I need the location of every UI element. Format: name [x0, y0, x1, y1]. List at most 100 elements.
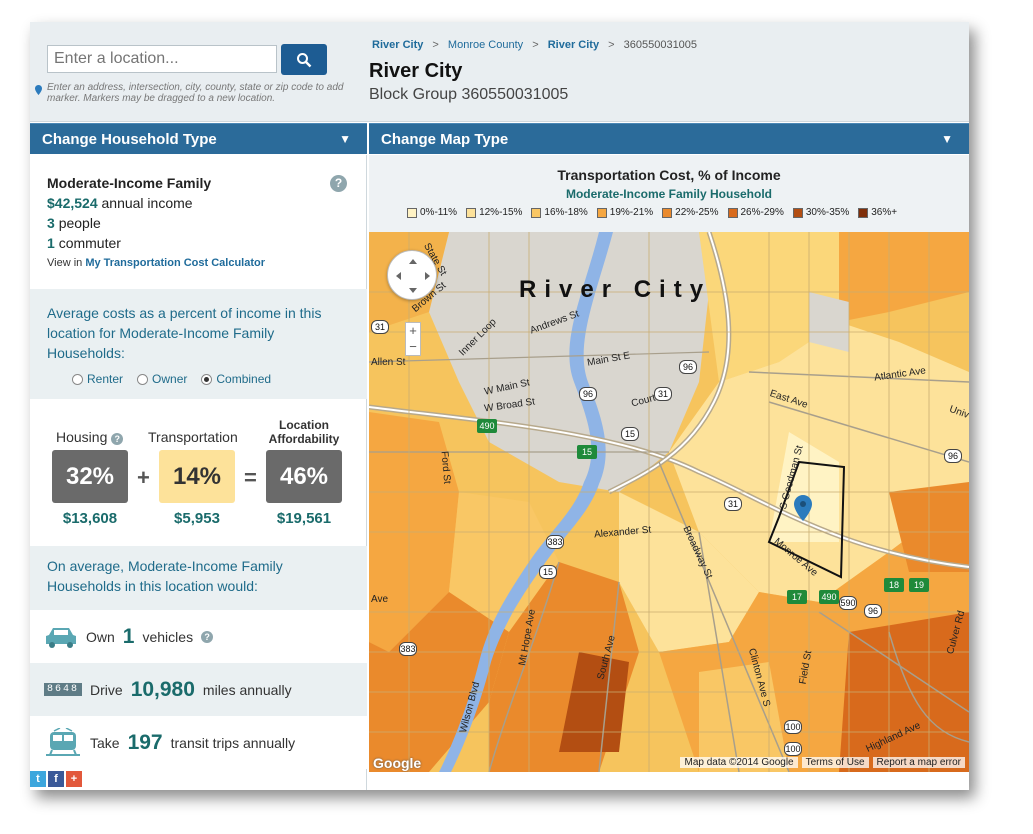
affordability-cost: $19,561	[276, 510, 332, 527]
people-label: people	[58, 215, 101, 231]
transportation-percent-box: 14%	[159, 450, 235, 503]
dropdown-label: Change Map Type	[381, 131, 509, 148]
odometer-icon: 8648	[44, 683, 83, 696]
route-shield: 31	[724, 497, 742, 511]
miles-stat: 8648 Drive 10,980 miles annually	[30, 663, 367, 716]
people-value: 3	[47, 215, 55, 231]
page-subtitle: Block Group 360550031005	[369, 86, 569, 103]
car-icon	[46, 627, 76, 648]
map-footer: Google Map data ©2014 Google Terms of Us…	[369, 755, 969, 772]
legend-item: 36%+	[858, 207, 897, 218]
commuter-label: commuter	[58, 235, 121, 251]
interstate-shield: 490	[819, 590, 839, 604]
terms-of-use-link[interactable]: Terms of Use	[801, 757, 869, 768]
search-hint: Enter an address, intersection, city, co…	[47, 82, 344, 104]
legend-label: 0%-11%	[420, 207, 458, 218]
zoom-out-button[interactable]: −	[406, 339, 420, 355]
route-shield: 96	[679, 360, 697, 374]
drive-prefix: Drive	[90, 681, 123, 698]
breadcrumb-separator: >	[432, 39, 439, 51]
street-label: Ave	[371, 594, 389, 605]
street-label: Allen St	[371, 357, 406, 368]
pan-control[interactable]	[387, 250, 437, 300]
breadcrumb-county-link[interactable]: Monroe County	[448, 39, 523, 51]
radio-label: Combined	[216, 372, 272, 386]
drive-suffix: miles annually	[202, 681, 292, 698]
map-city-label: River City	[519, 276, 712, 303]
income-value: $42,524	[47, 195, 98, 211]
twitter-icon[interactable]: t	[30, 771, 46, 787]
miles-value: 10,980	[130, 677, 195, 701]
breadcrumb-block-group: 360550031005	[623, 39, 698, 51]
take-prefix: Take	[90, 734, 120, 751]
help-icon[interactable]: ?	[111, 433, 124, 445]
interstate-shield: 19	[909, 578, 929, 592]
housing-percent-box: 32%	[52, 450, 128, 503]
help-icon[interactable]: ?	[330, 175, 347, 192]
legend-label: 16%-18%	[544, 207, 588, 218]
google-logo: Google	[373, 755, 422, 771]
report-map-error-link[interactable]: Report a map error	[872, 757, 965, 768]
radio-combined[interactable]: Combined	[201, 369, 271, 389]
legend-item: 16%-18%	[531, 207, 588, 218]
route-shield: 31	[371, 320, 389, 334]
radio-owner[interactable]: Owner	[137, 369, 187, 389]
search-icon	[297, 52, 312, 67]
zoom-in-button[interactable]: +	[406, 323, 420, 339]
route-shield: 100	[784, 720, 802, 734]
legend-swatch	[466, 207, 477, 218]
map-marker-icon[interactable]	[794, 495, 812, 521]
facebook-icon[interactable]: f	[48, 771, 64, 787]
interstate-shield: 15	[577, 445, 597, 459]
google-plus-icon[interactable]: +	[66, 771, 82, 787]
legend-item: 0%-11%	[407, 207, 457, 218]
app-frame: Enter an address, intersection, city, co…	[30, 22, 969, 790]
route-shield: 96	[864, 604, 882, 618]
tenure-radio-group: Renter Owner Combined	[72, 369, 271, 389]
radio-button-selected[interactable]	[201, 373, 213, 385]
breadcrumb-separator: >	[532, 39, 539, 51]
radio-button[interactable]	[72, 373, 83, 385]
zoom-control: + −	[405, 322, 421, 356]
own-prefix: Own	[86, 628, 115, 645]
change-household-type-dropdown[interactable]: Change Household Type ▼	[30, 123, 367, 154]
transportation-label: Transportation	[148, 429, 238, 445]
equals-sign: =	[244, 465, 257, 490]
route-shield: 590	[839, 596, 857, 610]
transit-value: 197	[127, 730, 163, 754]
route-shield: 383	[399, 642, 417, 656]
change-map-type-dropdown[interactable]: Change Map Type ▼	[369, 123, 969, 154]
legend-swatch	[662, 207, 673, 218]
affordability-percent-box: 46%	[266, 450, 342, 503]
breadcrumb-city-link-2[interactable]: River City	[548, 39, 599, 51]
own-suffix: vehicles	[142, 628, 194, 645]
legend-label: 30%-35%	[805, 207, 850, 218]
radio-button[interactable]	[137, 373, 149, 385]
radio-renter[interactable]: Renter	[72, 369, 123, 389]
legend-swatch	[858, 207, 869, 218]
map-view[interactable]: River City Brown St State St Inner Loop …	[369, 232, 969, 772]
legend-item: 12%-15%	[466, 207, 522, 218]
pan-arrows-icon	[396, 259, 430, 293]
cost-calculator-link[interactable]: My Transportation Cost Calculator	[85, 257, 265, 269]
housing-cost: $13,608	[62, 510, 118, 527]
interstate-shield: 490	[477, 419, 497, 433]
legend-item: 22%-25%	[662, 207, 719, 218]
breadcrumb-city-link[interactable]: River City	[372, 39, 423, 51]
legend-label: 22%-25%	[675, 207, 719, 218]
affordability-calculation: Housing ? Transportation Location Afford…	[30, 399, 367, 546]
average-outcomes-text: On average, Moderate-Income Family House…	[30, 546, 367, 610]
route-shield: 31	[654, 387, 672, 401]
search-button[interactable]	[281, 44, 327, 75]
legend-swatch	[407, 207, 417, 218]
legend-label: 19%-21%	[609, 207, 654, 218]
radio-label: Renter	[87, 372, 124, 386]
map-tiles	[369, 232, 969, 772]
interstate-shield: 18	[884, 578, 904, 592]
view-prefix: View in	[47, 257, 83, 269]
location-search-input[interactable]	[47, 45, 277, 73]
help-icon[interactable]: ?	[201, 630, 214, 643]
plus-sign: +	[137, 465, 150, 490]
breadcrumb: River City > Monroe County > River City …	[372, 39, 697, 51]
route-shield: 15	[539, 565, 557, 579]
